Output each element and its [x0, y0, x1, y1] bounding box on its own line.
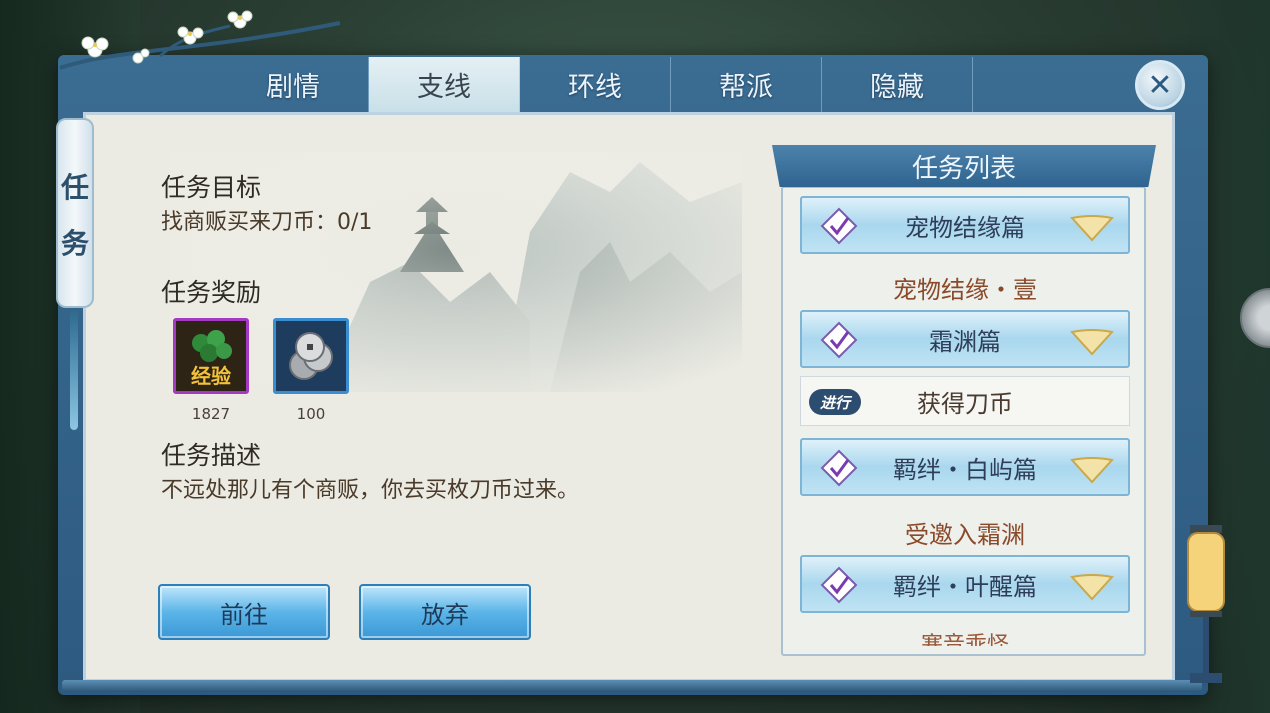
coins-icon: [289, 332, 333, 380]
tassel-icon: [70, 310, 78, 430]
quest-sub-pet-1[interactable]: 宠物结缘・壹: [800, 270, 1130, 305]
side-scroll-label: 任 务: [56, 118, 94, 308]
side-label-char-2: 务: [60, 227, 89, 260]
close-button[interactable]: ✕: [1135, 60, 1185, 110]
tab-side[interactable]: 支线: [369, 57, 520, 112]
tab-bar: 剧情 支线 环线 帮派 隐藏: [218, 57, 978, 112]
lantern-icon: [1187, 525, 1225, 683]
quest-list-title: 任务列表: [772, 145, 1156, 187]
rewards-title: 任务奖励: [161, 278, 262, 307]
quest-category-frost[interactable]: 霜渊篇: [800, 310, 1130, 368]
side-label-char-1: 任: [60, 171, 89, 204]
quest-category-yexing[interactable]: 羁绊・叶醒篇: [800, 555, 1130, 613]
description-text: 不远处那儿有个商贩，你去买枚刀币过来。: [161, 478, 580, 503]
chevron-down-icon: [1070, 329, 1114, 356]
quest-category-label: 宠物结缘篇: [905, 213, 1025, 242]
quest-item-label: 获得刀币: [917, 389, 1013, 418]
quest-category-pet[interactable]: 宠物结缘篇: [800, 196, 1130, 254]
tab-story[interactable]: 剧情: [218, 57, 369, 112]
exp-icon: 经验: [191, 330, 232, 388]
reward-coins-count: 100: [296, 405, 326, 423]
tab-loop[interactable]: 环线: [520, 57, 671, 112]
description-title: 任务描述: [161, 441, 262, 470]
quest-category-label: 羁绊・叶醒篇: [893, 572, 1037, 601]
chevron-down-icon: [1070, 457, 1114, 484]
chevron-down-icon: [1070, 215, 1114, 242]
check-icon: [820, 207, 858, 245]
exp-label: 经验: [191, 364, 231, 388]
close-icon: ✕: [1147, 67, 1173, 103]
go-button[interactable]: 前往: [158, 584, 330, 640]
tab-guild[interactable]: 帮派: [671, 57, 822, 112]
check-icon: [820, 566, 858, 604]
reward-coins[interactable]: [273, 318, 349, 394]
quest-category-baiyu[interactable]: 羁绊・白屿篇: [800, 438, 1130, 496]
in-progress-badge: 进行: [809, 389, 861, 415]
check-icon: [820, 449, 858, 487]
objective-title: 任务目标: [161, 173, 262, 202]
quest-item-get-coin[interactable]: 进行 获得刀币: [800, 376, 1130, 426]
chevron-down-icon: [1070, 574, 1114, 601]
reward-exp-count: 1827: [191, 405, 231, 423]
quest-sub-invite[interactable]: 受邀入霜渊: [800, 515, 1130, 550]
quest-category-label: 羁绊・白屿篇: [893, 455, 1037, 484]
check-icon: [820, 321, 858, 359]
frame-bottom-bar: [62, 680, 1202, 692]
quest-sub-cut-off[interactable]: 寒音乖怪: [800, 632, 1130, 646]
abandon-button[interactable]: 放弃: [359, 584, 531, 640]
tab-hidden[interactable]: 隐藏: [822, 57, 973, 112]
quest-category-label: 霜渊篇: [929, 327, 1001, 356]
reward-exp[interactable]: 经验: [173, 318, 249, 394]
objective-text: 找商贩买来刀币：0/1: [161, 210, 373, 235]
